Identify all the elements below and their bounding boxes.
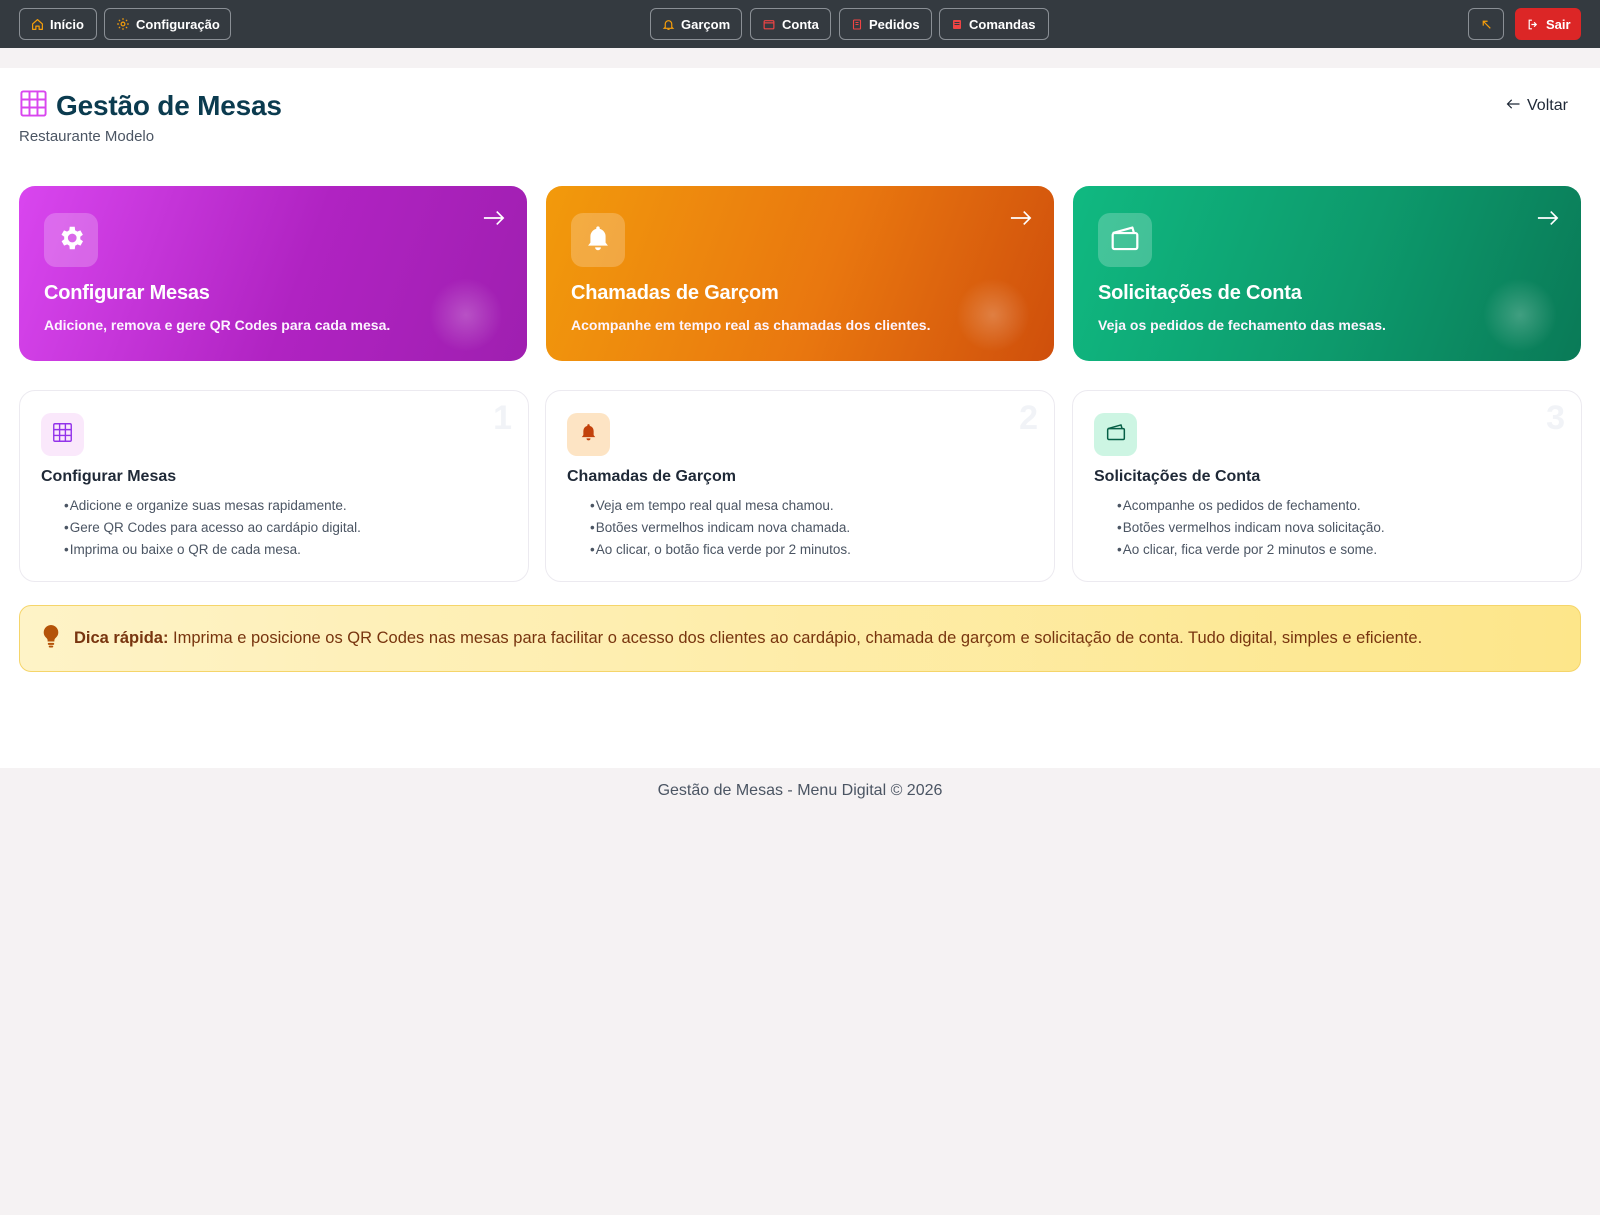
info-list: Acompanhe os pedidos de fechamento. Botõ… bbox=[1117, 495, 1385, 561]
card-glow bbox=[1483, 278, 1557, 352]
nav-conta-label: Conta bbox=[782, 16, 819, 32]
tip-body: Imprima e posicione os QR Codes nas mesa… bbox=[168, 629, 1423, 647]
gear-icon bbox=[56, 223, 86, 258]
feature-description: Adicione, remova e gere QR Codes para ca… bbox=[44, 317, 391, 333]
step-number: 3 bbox=[1546, 399, 1565, 437]
wallet-icon bbox=[1105, 422, 1127, 447]
list-item: Adicione e organize suas mesas rapidamen… bbox=[64, 495, 361, 517]
step-number: 1 bbox=[493, 399, 512, 437]
feature-title: Chamadas de Garçom bbox=[571, 282, 779, 304]
feature-card-chamadas-garcom[interactable]: Chamadas de Garçom Acompanhe em tempo re… bbox=[546, 186, 1054, 361]
nav-pedidos-label: Pedidos bbox=[869, 16, 920, 32]
lightbulb-icon bbox=[40, 623, 62, 654]
grid-icon bbox=[19, 89, 48, 123]
bell-icon bbox=[662, 18, 675, 31]
quick-tip-banner: Dica rápida: Imprima e posicione os QR C… bbox=[19, 605, 1581, 672]
logout-button[interactable]: Sair bbox=[1515, 8, 1581, 40]
collapse-button[interactable] bbox=[1468, 8, 1504, 40]
receipt-icon bbox=[851, 18, 863, 31]
nav-garcom-button[interactable]: Garçom bbox=[650, 8, 742, 40]
list-item: Ao clicar, o botão fica verde por 2 minu… bbox=[590, 539, 851, 561]
nav-configuracao-label: Configuração bbox=[136, 16, 220, 32]
feature-card-configurar-mesas[interactable]: Configurar Mesas Adicione, remova e gere… bbox=[19, 186, 527, 361]
step-number: 2 bbox=[1019, 399, 1038, 437]
info-icon-box bbox=[1094, 413, 1137, 456]
feature-icon-box bbox=[44, 213, 98, 267]
card-glow bbox=[429, 278, 503, 352]
info-card-chamadas-garcom: 2 Chamadas de Garçom Veja em tempo real … bbox=[545, 390, 1055, 582]
nav-inicio-label: Início bbox=[50, 16, 84, 32]
info-title: Chamadas de Garçom bbox=[567, 468, 736, 485]
arrow-right-icon bbox=[1537, 210, 1559, 231]
info-title: Solicitações de Conta bbox=[1094, 468, 1261, 485]
info-list: Veja em tempo real qual mesa chamou. Bot… bbox=[590, 495, 851, 561]
wallet-icon bbox=[762, 18, 776, 31]
tip-text: Dica rápida: Imprima e posicione os QR C… bbox=[74, 629, 1422, 648]
top-navbar: Início Configuração Garçom Conta Pedidos… bbox=[0, 0, 1600, 48]
nav-conta-button[interactable]: Conta bbox=[750, 8, 831, 40]
list-item: Imprima ou baixe o QR de cada mesa. bbox=[64, 539, 361, 561]
arrow-right-icon bbox=[483, 210, 505, 231]
logout-icon bbox=[1526, 18, 1540, 31]
bell-icon bbox=[584, 223, 612, 258]
list-item: Botões vermelhos indicam nova chamada. bbox=[590, 517, 851, 539]
list-item: Gere QR Codes para acesso ao cardápio di… bbox=[64, 517, 361, 539]
info-icon-box bbox=[41, 413, 84, 456]
back-link[interactable]: Voltar bbox=[1506, 97, 1568, 115]
info-list: Adicione e organize suas mesas rapidamen… bbox=[64, 495, 361, 561]
nav-pedidos-button[interactable]: Pedidos bbox=[839, 8, 932, 40]
nav-inicio-button[interactable]: Início bbox=[19, 8, 97, 40]
feature-icon-box bbox=[1098, 213, 1152, 267]
feature-card-solicitacoes-conta[interactable]: Solicitações de Conta Veja os pedidos de… bbox=[1073, 186, 1581, 361]
feature-title: Solicitações de Conta bbox=[1098, 282, 1302, 304]
list-item: Ao clicar, fica verde por 2 minutos e so… bbox=[1117, 539, 1385, 561]
arrow-left-icon bbox=[1506, 97, 1521, 115]
logout-label: Sair bbox=[1546, 16, 1571, 32]
info-icon-box bbox=[567, 413, 610, 456]
info-card-configurar-mesas: 1 Configurar Mesas Adicione e organize s… bbox=[19, 390, 529, 582]
clipboard-icon bbox=[951, 18, 963, 31]
nav-comandas-button[interactable]: Comandas bbox=[939, 8, 1049, 40]
arrow-right-icon bbox=[1010, 210, 1032, 231]
wallet-icon bbox=[1109, 223, 1141, 258]
gear-icon bbox=[116, 17, 130, 31]
footer: Gestão de Mesas - Menu Digital © 2026 bbox=[657, 782, 943, 799]
page-title: Gestão de Mesas bbox=[56, 90, 282, 121]
bell-icon bbox=[579, 422, 598, 447]
page-subtitle: Restaurante Modelo bbox=[19, 128, 155, 145]
page-header: Gestão de Mesas bbox=[19, 89, 282, 123]
list-item: Veja em tempo real qual mesa chamou. bbox=[590, 495, 851, 517]
info-card-solicitacoes-conta: 3 Solicitações de Conta Acompanhe os ped… bbox=[1072, 390, 1582, 582]
feature-title: Configurar Mesas bbox=[44, 282, 210, 304]
nav-configuracao-button[interactable]: Configuração bbox=[104, 8, 231, 40]
arrow-up-left-icon bbox=[1480, 18, 1493, 31]
card-glow bbox=[956, 278, 1030, 352]
feature-description: Veja os pedidos de fechamento das mesas. bbox=[1098, 317, 1386, 333]
list-item: Acompanhe os pedidos de fechamento. bbox=[1117, 495, 1385, 517]
tip-label: Dica rápida: bbox=[74, 629, 169, 647]
feature-icon-box bbox=[571, 213, 625, 267]
info-title: Configurar Mesas bbox=[41, 468, 177, 485]
nav-garcom-label: Garçom bbox=[681, 16, 731, 32]
back-label: Voltar bbox=[1527, 97, 1568, 114]
nav-comandas-label: Comandas bbox=[969, 16, 1036, 32]
list-item: Botões vermelhos indicam nova solicitaçã… bbox=[1117, 517, 1385, 539]
home-icon bbox=[31, 18, 44, 31]
feature-description: Acompanhe em tempo real as chamadas dos … bbox=[571, 317, 931, 333]
grid-icon bbox=[52, 422, 73, 448]
